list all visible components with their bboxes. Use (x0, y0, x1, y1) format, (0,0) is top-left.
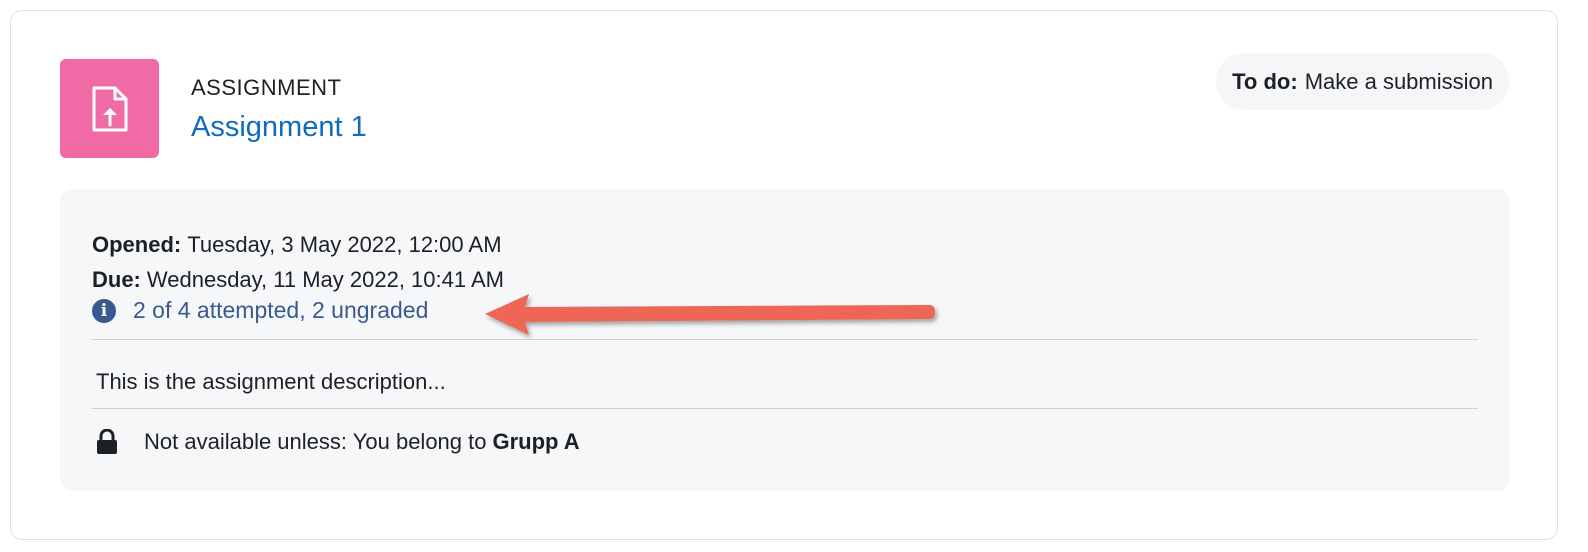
opened-value: Tuesday, 3 May 2022, 12:00 AM (187, 232, 502, 257)
assignment-upload-icon (60, 59, 159, 158)
completion-info-link[interactable]: i 2 of 4 attempted, 2 ungraded (92, 297, 428, 324)
availability-restriction: Not available unless: You belong to Grup… (96, 429, 580, 455)
due-date-row: Due: Wednesday, 11 May 2022, 10:41 AM (92, 262, 504, 297)
completion-text: 2 of 4 attempted, 2 ungraded (133, 297, 429, 323)
due-label: Due: (92, 267, 141, 292)
todo-text: Make a submission (1304, 68, 1493, 94)
info-icon: i (92, 298, 116, 323)
opened-label: Opened: (92, 232, 182, 257)
activity-dates: Opened: Tuesday, 3 May 2022, 12:00 AM Due… (92, 227, 504, 297)
activity-card: ASSIGNMENT Assignment 1 To do: Make a su… (10, 10, 1558, 540)
activity-type-label: ASSIGNMENT (191, 75, 342, 100)
divider (92, 408, 1478, 409)
restriction-group: Grupp A (492, 429, 580, 454)
todo-label: To do: (1232, 68, 1298, 94)
due-value: Wednesday, 11 May 2022, 10:41 AM (146, 267, 505, 292)
activity-name-link[interactable]: Assignment 1 (191, 111, 367, 144)
lock-icon (96, 429, 118, 455)
activity-description: This is the assignment description... (96, 369, 446, 394)
restriction-text: Not available unless: You belong to (144, 429, 487, 454)
todo-badge: To do: Make a submission (1216, 53, 1509, 110)
opened-date-row: Opened: Tuesday, 3 May 2022, 12:00 AM (92, 227, 504, 262)
annotation-arrow (485, 294, 935, 335)
